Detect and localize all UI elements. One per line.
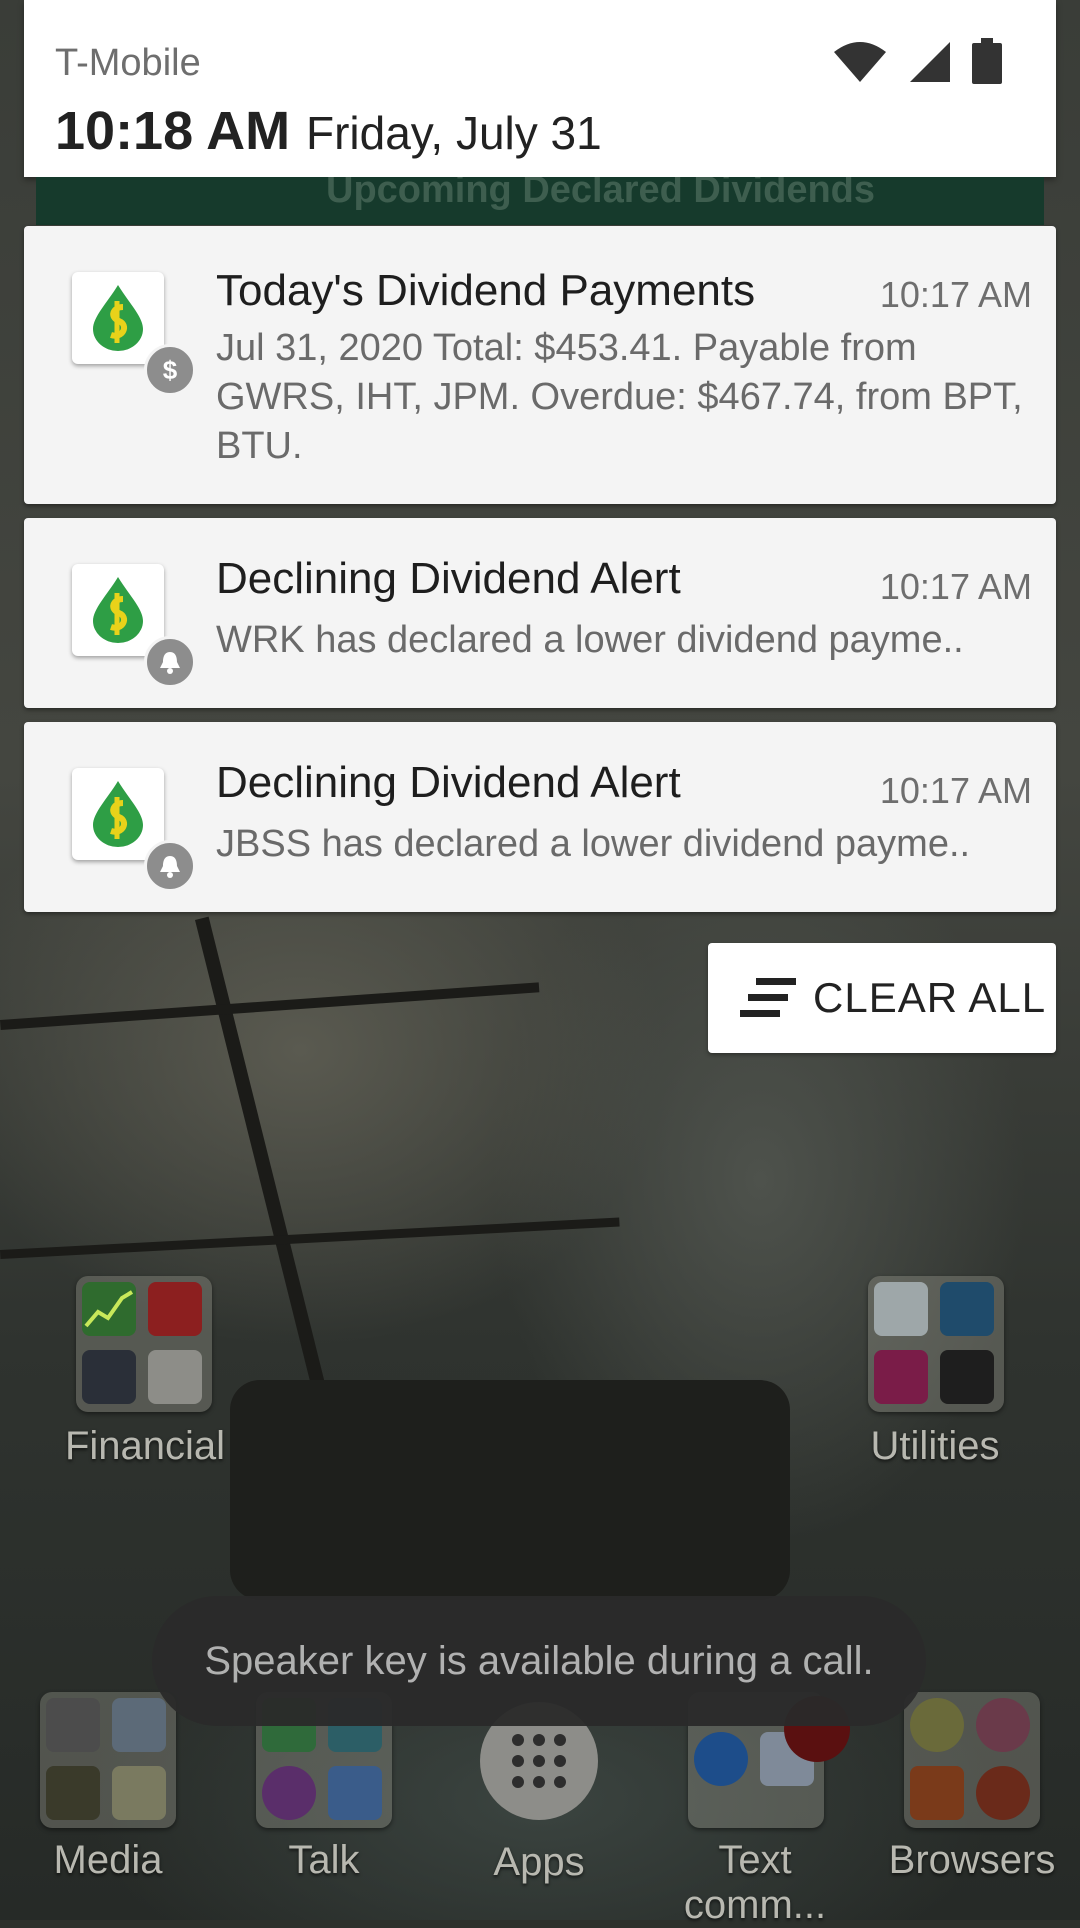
clear-all-icon: [740, 978, 796, 1017]
apps-grid-icon: [512, 1734, 566, 1788]
notification-body: Jul 31, 2020 Total: $453.41. Payable fro…: [216, 327, 1023, 467]
calculator-app-icon: [82, 1350, 136, 1404]
voice-recorder-app-icon: [112, 1698, 166, 1752]
speedometer-app-icon: [940, 1350, 994, 1404]
cellular-signal-icon: [910, 42, 950, 82]
notification-time: 10:17 AM: [879, 274, 1032, 315]
notification-title: Declining Dividend Alert: [216, 758, 681, 807]
game-app-icon: [46, 1766, 100, 1820]
firefox-app-icon: [976, 1698, 1030, 1752]
stock-chart-app-icon: [82, 1282, 136, 1336]
financial-folder[interactable]: [76, 1276, 212, 1412]
notification-body: JBSS has declared a lower dividend payme…: [216, 823, 971, 865]
dollar-icon: $: [144, 344, 196, 396]
chrome-app-icon: [910, 1698, 964, 1752]
notification-shade-header: T-Mobile 10:18 AM Friday, July 31: [24, 0, 1056, 177]
status-icons: [832, 38, 1002, 84]
ship-yard: [0, 1217, 620, 1259]
messages-app-icon: [694, 1732, 748, 1786]
media-folder-label: Media: [53, 1838, 163, 1882]
talk-folder-label: Talk: [288, 1838, 360, 1882]
ship-hull: [230, 1380, 790, 1600]
bank-app-icon: [148, 1282, 202, 1336]
browsers-folder-label: Browsers: [888, 1838, 1056, 1882]
notification-time: 10:17 AM: [879, 770, 1032, 811]
hidden-notification-card[interactable]: Upcoming Declared Dividends: [36, 177, 1044, 225]
utilities-folder-label: Utilities: [870, 1424, 1000, 1468]
bell-icon: [144, 636, 196, 688]
photos-app-icon: [112, 1766, 166, 1820]
notification-declining-dividend-jbss[interactable]: Declining Dividend Alert 10:17 AM JBSS h…: [24, 722, 1056, 912]
notification-time: 10:17 AM: [879, 566, 1032, 607]
clear-all-label: CLEAR ALL: [813, 974, 1047, 1021]
dividend-app-icon: [72, 272, 164, 364]
hidden-card-title: Upcoming Declared Dividends: [326, 177, 876, 211]
speaker-toast: Speaker key is available during a call.: [152, 1596, 926, 1726]
brave-app-icon: [910, 1766, 964, 1820]
camera-app-icon: [46, 1698, 100, 1752]
apps-label: Apps: [493, 1840, 585, 1884]
media-folder[interactable]: [40, 1692, 176, 1828]
notification-declining-dividend-wrk[interactable]: Declining Dividend Alert 10:17 AM WRK ha…: [24, 518, 1056, 708]
bell-icon: [144, 840, 196, 892]
aps-app-icon: [940, 1282, 994, 1336]
utilities-folder[interactable]: [868, 1276, 1004, 1412]
ues-app-icon: [874, 1282, 928, 1336]
viber-app-icon: [262, 1766, 316, 1820]
battery-icon: [972, 38, 1002, 84]
translate-app-icon: [328, 1766, 382, 1820]
notification-dividend-payments[interactable]: $ Today's Dividend Payments 10:17 AM Jul…: [24, 226, 1056, 504]
text-comm-folder-label: Text comm...: [683, 1838, 827, 1927]
clear-all-button[interactable]: CLEAR ALL: [708, 943, 1056, 1053]
dividend-app-icon: [72, 768, 164, 860]
clock-time: 10:18 AM: [55, 101, 291, 161]
carrier-name: T-Mobile: [55, 42, 201, 84]
financial-folder-label: Financial: [64, 1424, 226, 1468]
notification-title: Today's Dividend Payments: [216, 266, 756, 315]
duckduckgo-app-icon: [976, 1766, 1030, 1820]
notification-body: WRK has declared a lower dividend payme.…: [216, 619, 964, 661]
ship-yard: [0, 982, 540, 1030]
dividend-mini-icon: [148, 1350, 202, 1404]
toast-message: Speaker key is available during a call.: [204, 1638, 874, 1683]
browsers-folder[interactable]: [904, 1692, 1040, 1828]
t-mobile-app-icon: [874, 1350, 928, 1404]
wifi-icon: [834, 42, 886, 82]
dividend-app-icon: [72, 564, 164, 656]
clock-date: Friday, July 31: [306, 107, 602, 159]
notification-title: Declining Dividend Alert: [216, 554, 681, 603]
